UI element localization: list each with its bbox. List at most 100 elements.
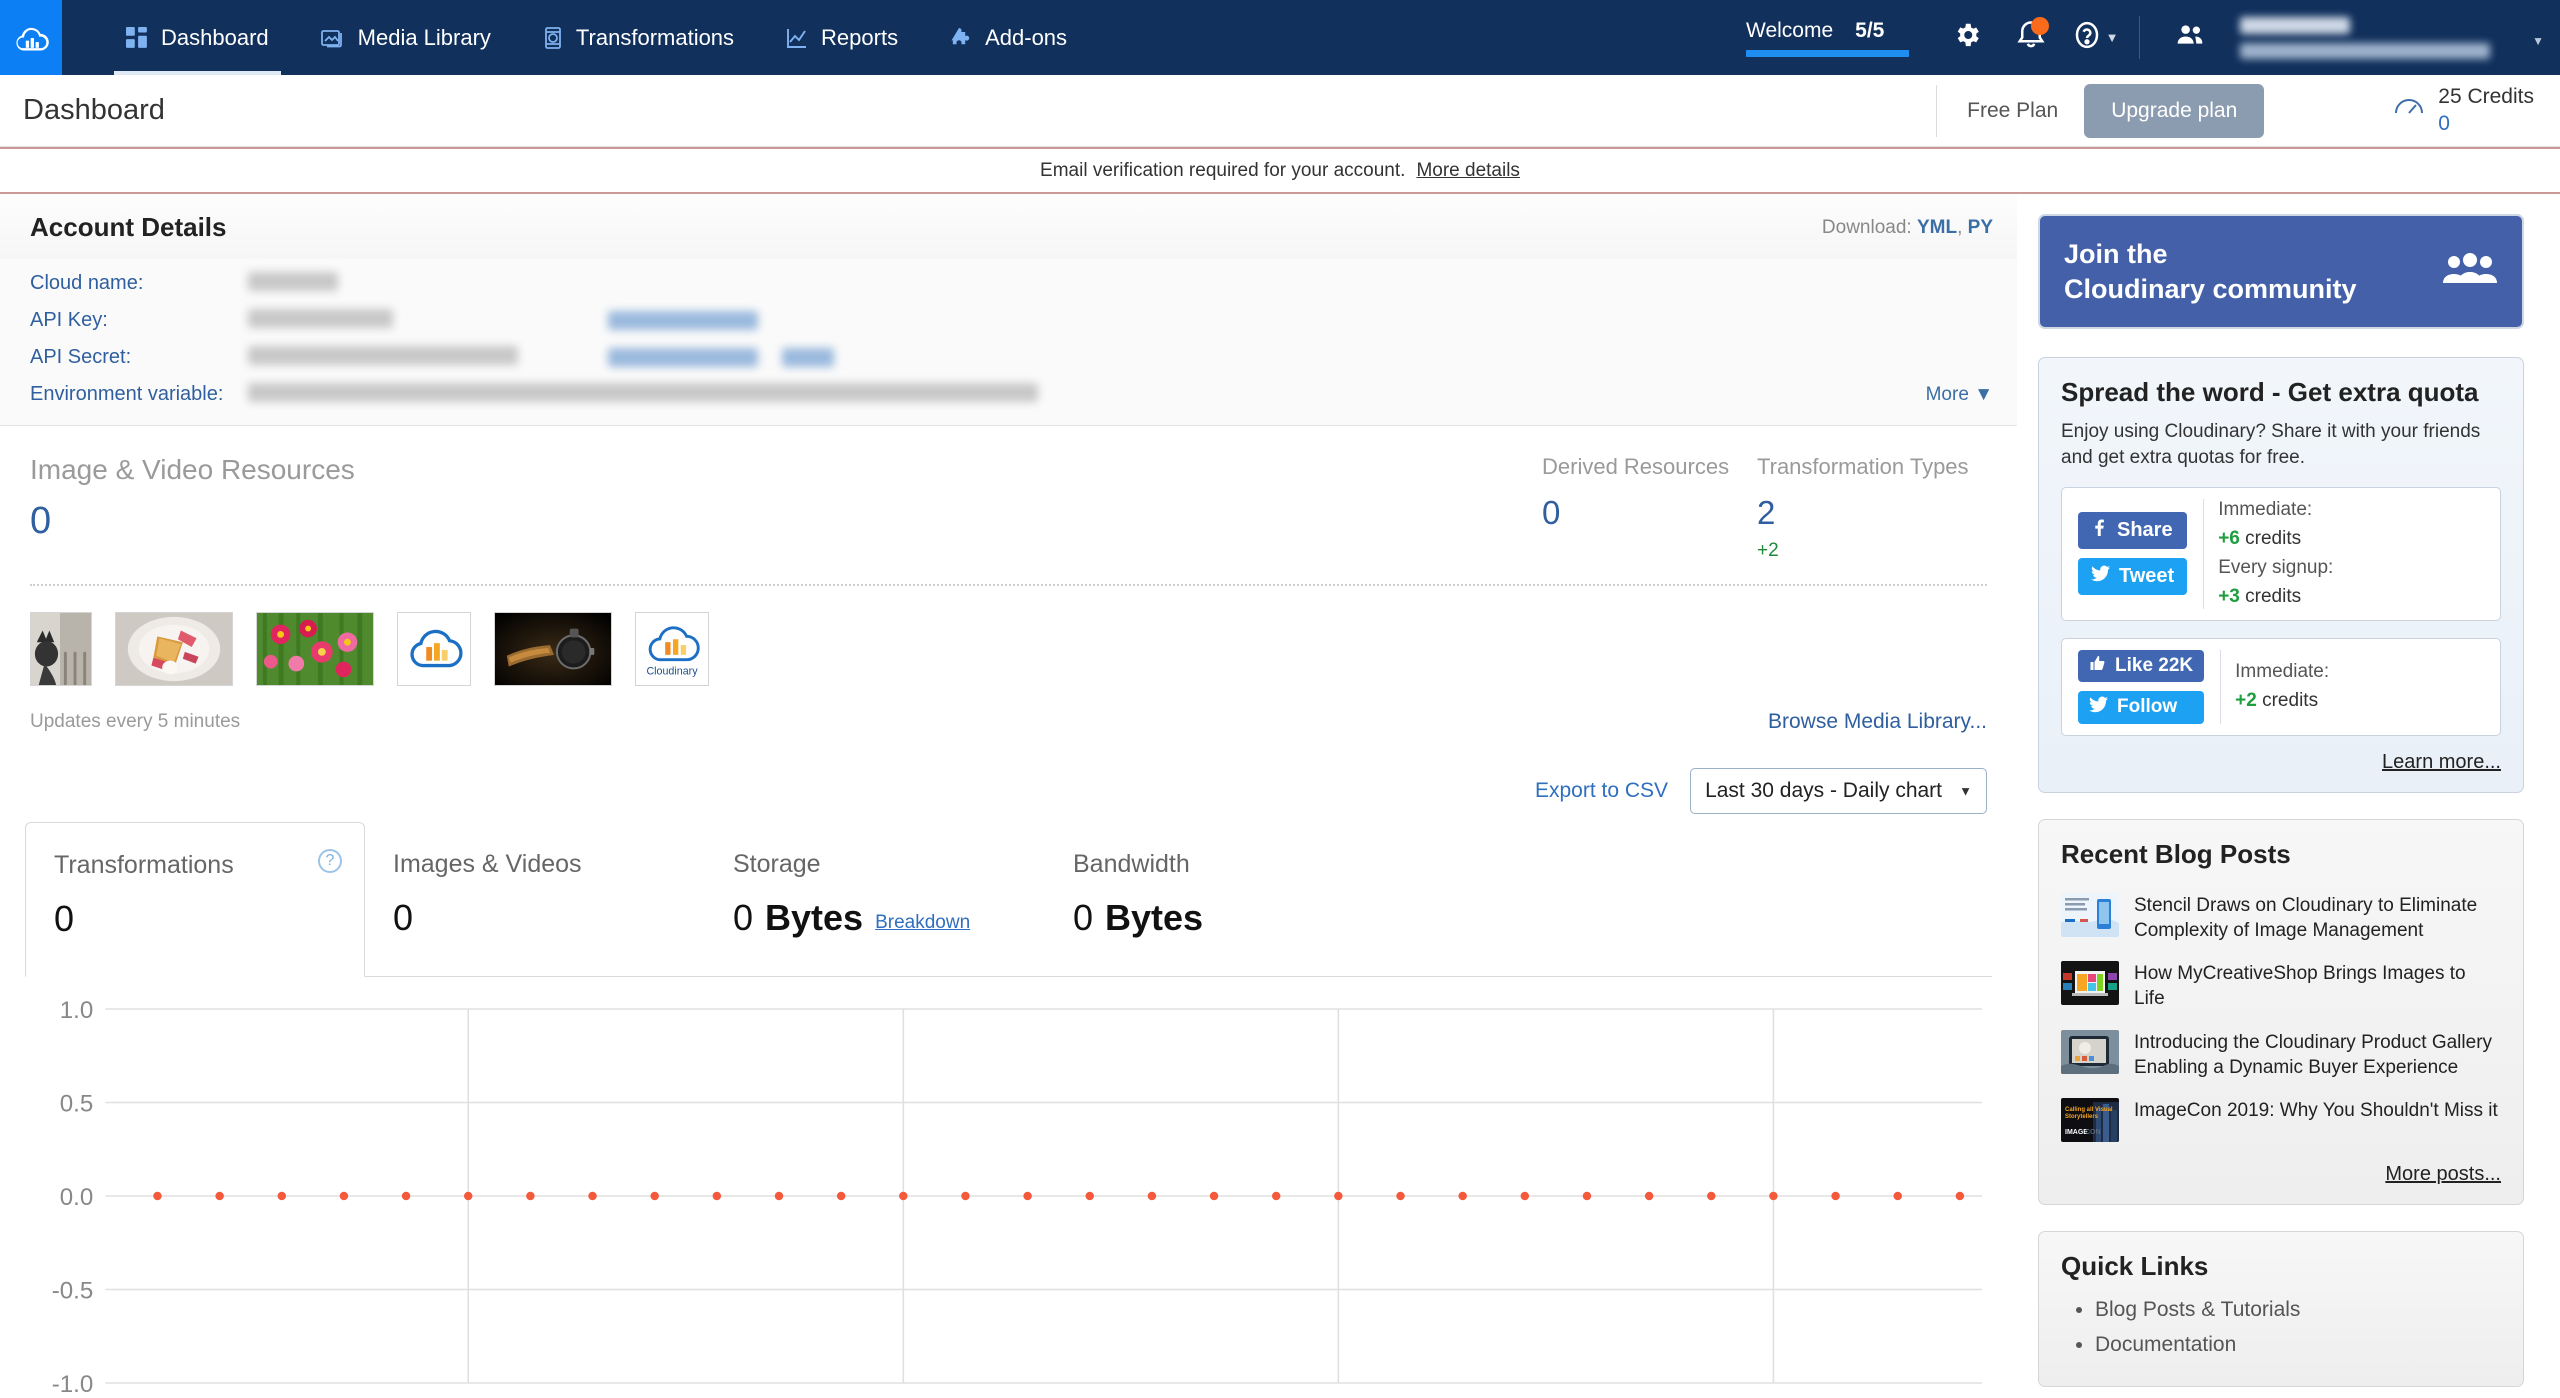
account-more-toggle[interactable]: More ▼	[1926, 384, 1993, 406]
blog-post-title: ImageCon 2019: Why You Shouldn't Miss it	[2134, 1100, 2498, 1122]
download-yml-link[interactable]: YML	[1917, 217, 1957, 238]
chart-data-point[interactable]	[712, 1191, 722, 1201]
chart-data-point[interactable]	[153, 1191, 162, 1201]
nav-item-reports-label: Reports	[821, 24, 899, 50]
tab-bandwidth[interactable]: Bandwidth 0 Bytes	[1045, 822, 1385, 976]
g1-meta1-unit: credits	[2245, 585, 2302, 607]
facebook-like-button[interactable]: Like 22K	[2078, 649, 2205, 682]
join-community-banner[interactable]: Join the Cloudinary community	[2038, 214, 2524, 330]
thumbnail-flowers[interactable]	[256, 612, 374, 686]
chart-data-point[interactable]	[1520, 1191, 1530, 1201]
twitter-icon	[2089, 696, 2108, 719]
nav-item-media-library[interactable]: Media Library	[295, 0, 517, 75]
tab-images-videos[interactable]: Images & Videos 0	[365, 822, 705, 976]
people-icon	[2176, 20, 2206, 55]
cloudinary-logo[interactable]	[0, 0, 62, 75]
chart-data-point[interactable]	[1582, 1191, 1592, 1201]
chart-data-point[interactable]	[1831, 1191, 1840, 1201]
facebook-share-button[interactable]: Share	[2078, 512, 2188, 550]
team-members-button[interactable]	[2152, 0, 2230, 75]
thumbnail-dessert[interactable]	[115, 612, 233, 686]
credits-gauge-icon	[2394, 95, 2424, 126]
help-circle-icon[interactable]: ?	[318, 849, 342, 873]
credits-indicator[interactable]: 25 Credits 0	[2394, 85, 2534, 136]
notifications-button[interactable]	[1999, 0, 2063, 75]
chart-data-point[interactable]	[774, 1191, 784, 1201]
nav-item-dashboard[interactable]: Dashboard	[100, 0, 295, 75]
chart-data-point[interactable]	[215, 1191, 224, 1201]
blog-post-item[interactable]: How MyCreativeShop Brings Images to Life	[2061, 952, 2501, 1021]
api-secret-copy-link-redacted[interactable]	[608, 348, 758, 367]
community-line-2: Cloudinary community	[2064, 273, 2357, 304]
chart-data-point[interactable]	[1769, 1191, 1778, 1201]
chart-data-point[interactable]	[836, 1191, 846, 1201]
nav-item-reports[interactable]: Reports	[760, 0, 924, 75]
blog-post-item[interactable]: Introducing the Cloudinary Product Galle…	[2061, 1021, 2501, 1090]
account-menu[interactable]: ▼	[2230, 0, 2560, 75]
welcome-progress[interactable]: Welcome 5/5	[1726, 0, 1935, 75]
thumbnail-cloudinary-wordmark[interactable]: Cloudinary	[635, 612, 709, 686]
images-videos-label: Images & Videos	[393, 850, 582, 878]
email-verification-more-details-link[interactable]: More details	[1416, 160, 1520, 182]
download-py-link[interactable]: PY	[1968, 217, 1993, 238]
chart-data-point[interactable]	[1955, 1191, 1965, 1201]
learn-more-link[interactable]: Learn more...	[2061, 751, 2501, 774]
quick-link-item[interactable]: Documentation	[2095, 1333, 2501, 1357]
tab-storage[interactable]: Storage 0 Bytes Breakdown	[705, 822, 1045, 976]
thumbnail-cloudinary-logo[interactable]	[397, 612, 471, 686]
chart-data-point[interactable]	[1209, 1191, 1219, 1201]
welcome-progress-bar	[1746, 49, 1909, 57]
nav-item-add-ons-label: Add-ons	[985, 24, 1068, 50]
g2-meta0-credits: +2	[2235, 689, 2257, 711]
chart-data-point[interactable]	[650, 1191, 659, 1201]
blog-post-item[interactable]: Stencil Draws on Cloudinary to Eliminate…	[2061, 884, 2501, 953]
chart-data-point[interactable]	[1023, 1191, 1032, 1201]
api-secret-reset-link-redacted[interactable]	[782, 348, 834, 367]
chart-data-point[interactable]	[277, 1191, 286, 1201]
chart-data-point[interactable]	[1147, 1191, 1157, 1201]
chart-data-point[interactable]	[526, 1191, 535, 1201]
chart-data-point[interactable]	[1334, 1191, 1343, 1201]
chart-data-point[interactable]	[588, 1191, 597, 1201]
thumbnail-cat[interactable]	[30, 612, 92, 686]
chart-data-point[interactable]	[1396, 1191, 1405, 1201]
chart-data-point[interactable]	[464, 1191, 473, 1201]
export-to-csv-link[interactable]: Export to CSV	[1535, 779, 1668, 803]
chart-data-point[interactable]	[1271, 1191, 1281, 1201]
recent-blog-posts-card: Recent Blog Posts Stencil Draws on Cloud…	[2038, 818, 2524, 1206]
page-body: Account Details Download: YML, PY Cloud …	[0, 194, 2560, 1398]
sidebar: Join the Cloudinary community Spread the…	[2017, 194, 2560, 1398]
settings-gear-button[interactable]	[1935, 0, 1999, 75]
nav-item-transformations[interactable]: Transformations	[517, 0, 760, 75]
chart-data-point[interactable]	[1458, 1191, 1467, 1201]
facebook-icon	[2091, 519, 2108, 542]
g1-meta1-credits: +3	[2218, 585, 2240, 607]
help-button[interactable]: ▼	[2063, 0, 2127, 75]
twitter-follow-button[interactable]: Follow	[2078, 690, 2205, 724]
chart-data-point[interactable]	[339, 1191, 349, 1201]
chart-data-point[interactable]	[1644, 1191, 1654, 1201]
chart-data-point[interactable]	[1893, 1191, 1902, 1201]
quick-link-item[interactable]: Blog Posts & Tutorials	[2095, 1298, 2501, 1322]
bandwidth-unit: Bytes	[1105, 897, 1204, 938]
date-range-select[interactable]: Last 30 days - Daily chart ▼	[1690, 768, 1987, 814]
blog-post-title: Stencil Draws on Cloudinary to Eliminate…	[2134, 894, 2478, 941]
thumbnail-watch[interactable]	[494, 612, 612, 686]
twitter-tweet-button[interactable]: Tweet	[2078, 558, 2188, 596]
puzzle-piece-icon	[950, 27, 972, 49]
chart-data-point[interactable]	[961, 1191, 970, 1201]
chart-data-point[interactable]	[899, 1191, 908, 1201]
storage-breakdown-link[interactable]: Breakdown	[875, 912, 970, 939]
chart-data-point[interactable]	[1085, 1191, 1094, 1201]
api-key-copy-link-redacted[interactable]	[608, 311, 758, 330]
chart-data-point[interactable]	[401, 1191, 411, 1201]
tab-transformations[interactable]: Transformations 0 ?	[25, 822, 365, 977]
nav-item-add-ons[interactable]: Add-ons	[924, 0, 1093, 75]
more-posts-link[interactable]: More posts...	[2061, 1163, 2501, 1186]
blog-post-title: Introducing the Cloudinary Product Galle…	[2134, 1031, 2493, 1078]
blog-post-item[interactable]: Calling all Visual Storytellers IMAGE CON I…	[2061, 1089, 2501, 1151]
chart-data-point[interactable]	[1707, 1191, 1716, 1201]
browse-media-library-link[interactable]: Browse Media Library...	[1768, 710, 1987, 734]
upgrade-plan-button[interactable]: Upgrade plan	[2084, 83, 2265, 138]
nav-items: Dashboard Media Library Transformations …	[62, 0, 1093, 75]
